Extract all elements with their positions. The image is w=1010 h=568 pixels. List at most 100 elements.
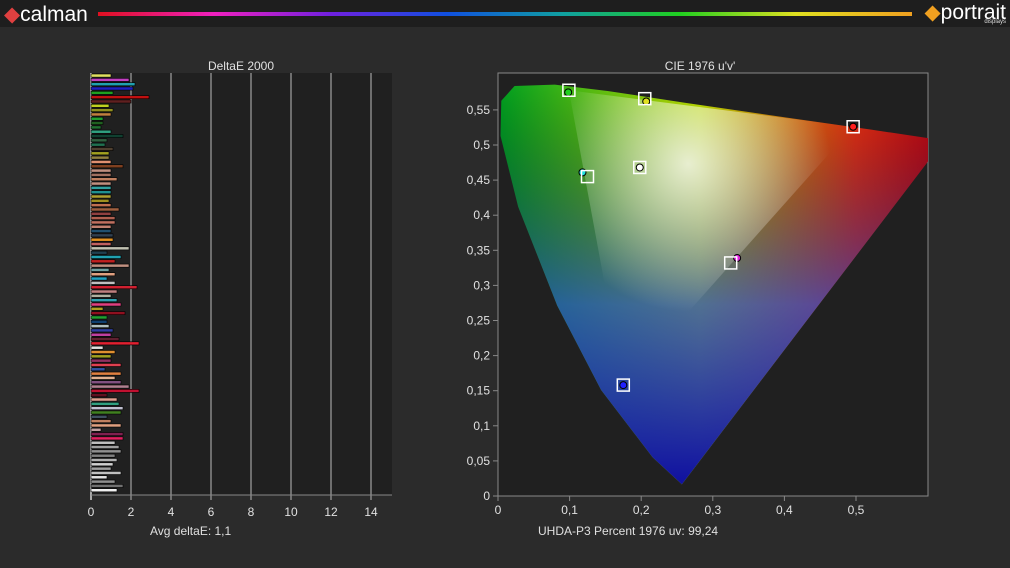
deltae-bar: [90, 198, 110, 203]
deltae-bar: [90, 220, 116, 225]
deltae-bar: [90, 397, 118, 402]
deltae-bar: [90, 164, 124, 169]
deltae-bar: [90, 484, 124, 488]
deltae-bar: [90, 471, 122, 475]
deltae-bar: [90, 401, 120, 406]
deltae-bar: [90, 224, 112, 229]
deltae-bar: [90, 436, 124, 441]
deltae-bar: [90, 190, 112, 195]
deltae-bar: [90, 268, 110, 272]
deltae-bar: [90, 142, 106, 147]
cie-y-tick-label: 0,3: [473, 278, 490, 292]
deltae-tick-label: 4: [168, 505, 175, 519]
deltae-bar: [90, 112, 112, 117]
deltae-bar: [90, 367, 106, 372]
deltae-bar: [90, 445, 120, 449]
cie-y-tick-label: 0,35: [467, 243, 491, 257]
deltae-bar: [90, 125, 102, 130]
deltae-bar: [90, 177, 118, 182]
deltae-bar: [90, 384, 130, 389]
deltae-bar: [90, 168, 112, 173]
deltae-bar: [90, 151, 110, 156]
deltae-bar: [90, 393, 108, 398]
measured-point-blue: [619, 381, 628, 390]
deltae-bar: [90, 302, 122, 307]
deltae-bar: [90, 155, 110, 160]
deltae-bar: [90, 354, 112, 359]
deltae-bar: [90, 358, 112, 363]
deltae-bar: [90, 242, 112, 246]
deltae-bar: [90, 246, 130, 251]
deltae-bar: [90, 289, 118, 294]
deltae-bar: [90, 432, 124, 436]
deltae-bar: [90, 285, 138, 290]
deltae-tick-label: 14: [364, 505, 378, 519]
deltae-bar: [90, 272, 116, 277]
deltae-tick-label: 2: [128, 505, 135, 519]
gamut-coverage: UHDA-P3 Percent 1976 uv: 99,24: [538, 524, 718, 538]
deltae-plot-area: [91, 73, 392, 495]
deltae-bar: [90, 103, 110, 108]
cie-x-tick-label: 0,3: [704, 503, 721, 517]
cie-y-tick-label: 0,05: [467, 454, 491, 468]
deltae-bar: [90, 186, 112, 190]
deltae-tick-label: 0: [88, 505, 95, 519]
deltae-bar: [90, 134, 124, 138]
deltae-bar: [90, 250, 108, 255]
deltae-bar: [90, 462, 114, 467]
deltae-bar: [90, 173, 112, 177]
deltae-bar: [90, 86, 134, 91]
deltae-bar: [90, 488, 118, 493]
cie-y-tick-label: 0,25: [467, 314, 491, 328]
deltae-bar: [90, 181, 112, 186]
deltae-bar: [90, 90, 114, 95]
deltae-bar: [90, 410, 122, 415]
deltae-tick-label: 10: [284, 505, 298, 519]
deltae-bar: [90, 371, 122, 376]
deltae-bar: [90, 281, 116, 285]
deltae-bar: [90, 160, 112, 164]
measured-point-green: [564, 88, 573, 97]
cie-y-tick-label: 0,2: [473, 349, 490, 363]
deltae-bar: [90, 73, 112, 78]
deltae-bar: [90, 116, 104, 121]
deltae-bar: [90, 211, 112, 216]
deltae-bar: [90, 406, 124, 411]
measured-point-red: [849, 122, 858, 131]
cie-x-tick-label: 0,2: [633, 503, 650, 517]
deltae-bar: [90, 78, 130, 82]
deltae-bar: [90, 453, 116, 458]
cie-y-tick-label: 0,1: [473, 419, 490, 433]
deltae-bar: [90, 466, 112, 471]
deltae-tick-label: 6: [208, 505, 215, 519]
deltae-bar: [90, 414, 108, 419]
deltae-tick-label: 8: [248, 505, 255, 519]
deltae-bar: [90, 293, 112, 298]
deltae-bar: [90, 337, 120, 341]
deltae-bar: [90, 350, 116, 354]
cie-x-tick-label: 0,4: [776, 503, 793, 517]
deltae-bar: [90, 82, 136, 87]
deltae-bar: [90, 233, 114, 238]
avg-deltae: Avg deltaE: 1,1: [150, 524, 231, 538]
deltae-bar: [90, 263, 130, 268]
deltae-bar: [90, 475, 108, 480]
cie-y-tick-label: 0,55: [467, 103, 491, 117]
deltae-bar: [90, 306, 104, 311]
deltae-bar: [90, 328, 114, 333]
deltae-bar: [90, 427, 102, 432]
deltae-bar: [90, 237, 114, 242]
deltae-bar: [90, 479, 116, 484]
deltae-bar: [90, 203, 112, 208]
deltae-bar: [90, 259, 116, 264]
deltae-bar: [90, 95, 150, 100]
deltae-bar: [90, 108, 114, 112]
cie-y-tick-label: 0: [483, 489, 490, 503]
cie-y-tick-label: 0,4: [473, 208, 490, 222]
cie-x-tick-label: 0: [495, 503, 502, 517]
deltae-bar: [90, 99, 132, 104]
deltae-bar: [90, 380, 122, 385]
deltae-bar: [90, 458, 118, 462]
deltae-bar: [90, 138, 108, 143]
deltae-bar: [90, 311, 126, 315]
